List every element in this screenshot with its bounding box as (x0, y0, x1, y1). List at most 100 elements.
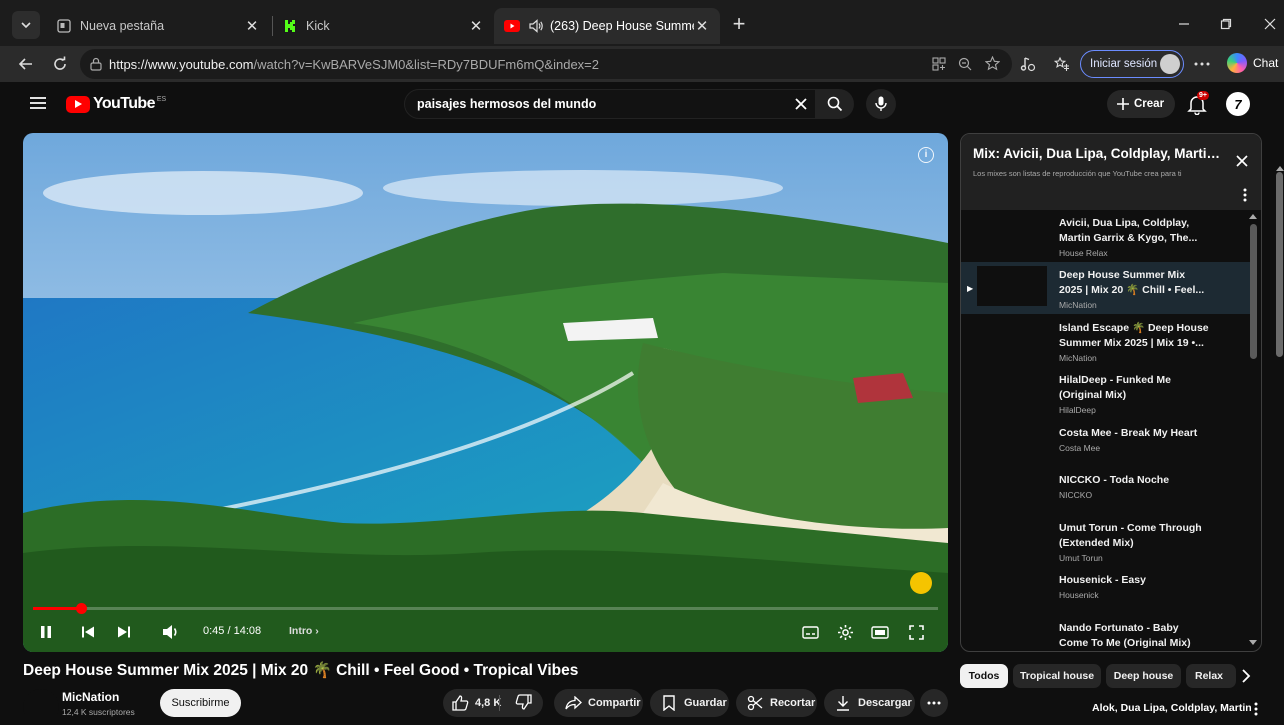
close-window-icon[interactable] (1260, 14, 1280, 34)
info-icon[interactable]: i (918, 147, 934, 163)
related-video-title[interactable]: Alok, Dua Lipa, Coldplay, Martin (1092, 702, 1252, 714)
playlist-item-channel: Umut Torun (1059, 553, 1103, 563)
playlist-item-thumbnail[interactable] (977, 266, 1047, 306)
search-box[interactable]: paisajes hermosos del mundo (404, 89, 816, 119)
read-aloud-icon[interactable] (1017, 53, 1039, 75)
favorite-star-icon[interactable] (985, 56, 1000, 71)
tab-kick[interactable]: Kick ✕ (272, 8, 494, 44)
reload-icon[interactable] (49, 53, 71, 75)
site-info-icon[interactable] (89, 57, 103, 71)
like-count: 4,8 K (475, 697, 502, 709)
playlist-item-thumbnail[interactable] (977, 571, 1047, 611)
playlist-item-thumbnail[interactable] (977, 319, 1047, 359)
favorites-collection-icon[interactable] (1051, 53, 1073, 75)
close-tab-icon[interactable]: ✕ (694, 18, 710, 35)
playlist-item-title: Housenick - Easy (1059, 574, 1146, 586)
new-tab-button[interactable]: + (728, 13, 750, 36)
subscribe-button[interactable]: Suscribirme (160, 689, 241, 717)
playlist-item-thumbnail[interactable] (977, 214, 1047, 254)
pause-button[interactable] (36, 622, 56, 642)
playlist-title[interactable]: Mix: Avicii, Dua Lipa, Coldplay, Martin … (973, 146, 1225, 161)
next-button[interactable] (114, 622, 134, 642)
close-tab-icon[interactable]: ✕ (244, 18, 260, 35)
playlist-item-thumbnail[interactable] (977, 619, 1047, 651)
tab-title: Nueva pestaña (80, 19, 165, 33)
hamburger-menu-icon[interactable] (30, 96, 46, 110)
progress-bar[interactable] (33, 603, 938, 614)
app-available-icon[interactable] (932, 57, 946, 71)
search-icon (827, 96, 843, 112)
page-scroll-up-arrow-icon[interactable] (1276, 166, 1284, 171)
chapter-button[interactable]: Intro › (289, 625, 319, 637)
previous-button[interactable] (78, 622, 98, 642)
save-button[interactable]: Guardar (650, 689, 729, 717)
page-scrollbar[interactable] (1276, 172, 1283, 357)
download-button[interactable]: Descargar (824, 689, 915, 717)
chip-deep-house[interactable]: Deep house (1106, 664, 1181, 688)
search-input[interactable]: paisajes hermosos del mundo (417, 97, 596, 111)
speaker-icon[interactable] (528, 18, 544, 34)
playlist-item[interactable]: HilalDeep - Funked Me (Original Mix) Hila… (961, 367, 1251, 419)
create-button[interactable]: Crear (1107, 90, 1175, 118)
url-text[interactable]: https://www.youtube.com/watch?v=KwBARVeS… (109, 57, 599, 72)
playlist-item[interactable]: NICCKO - Toda Noche NICCKO (961, 467, 1251, 519)
chip-relax[interactable]: Relax (1186, 664, 1236, 688)
channel-name[interactable]: MicNation (62, 690, 119, 704)
youtube-page: YouTube ES paisajes hermosos del mundo C… (10, 82, 1284, 725)
youtube-play-logo-icon (66, 95, 90, 113)
playlist-item-title: Avicii, Dua Lipa, Coldplay, Martin Garri… (1059, 217, 1198, 244)
tab-actions-button[interactable] (12, 11, 40, 39)
kebab-menu-icon[interactable] (1243, 188, 1247, 202)
chip-all[interactable]: Todos (960, 664, 1008, 688)
playlist-item[interactable]: Avicii, Dua Lipa, Coldplay, Martin Garri… (961, 210, 1251, 262)
close-tab-icon[interactable]: ✕ (468, 18, 484, 35)
playlist-item[interactable]: ▶ Deep House Summer Mix 2025 | Mix 20 🌴 C… (961, 262, 1251, 314)
close-icon[interactable] (1235, 154, 1249, 168)
scroll-up-arrow-icon[interactable] (1249, 214, 1257, 219)
back-arrow-icon[interactable] (15, 53, 37, 75)
clear-search-icon[interactable] (793, 96, 809, 112)
dislike-button[interactable] (515, 694, 532, 710)
volume-button[interactable] (161, 622, 181, 642)
playlist-item[interactable]: Housenick - Easy Housenick (961, 567, 1251, 619)
settings-button[interactable] (835, 622, 855, 642)
account-avatar[interactable]: 7 (1226, 92, 1250, 116)
kebab-menu-icon[interactable] (1254, 702, 1258, 716)
search-button[interactable] (816, 89, 854, 119)
sign-in-button[interactable]: Iniciar sesión (1080, 50, 1184, 78)
playlist-item-thumbnail[interactable] (977, 471, 1047, 511)
chip-tropical-house[interactable]: Tropical house (1013, 664, 1101, 688)
address-bar[interactable]: https://www.youtube.com/watch?v=KwBARVeS… (80, 49, 1012, 79)
restore-window-icon[interactable] (1216, 14, 1236, 34)
playlist-item[interactable]: Costa Mee - Break My Heart Costa Mee (961, 420, 1251, 472)
playlist-item-thumbnail[interactable] (977, 519, 1047, 559)
tab-youtube-active[interactable]: (263) Deep House Summer Mix 2025 ✕ (494, 8, 720, 44)
scroll-down-arrow-icon[interactable] (1249, 640, 1257, 645)
subtitles-button[interactable] (800, 622, 820, 642)
fullscreen-button[interactable] (906, 622, 926, 642)
youtube-logo[interactable]: YouTube ES (66, 95, 166, 113)
more-options-icon[interactable] (1191, 53, 1213, 75)
playlist-scrollbar[interactable] (1250, 224, 1257, 359)
clip-button[interactable]: Recortar (736, 689, 817, 717)
pause-icon (41, 626, 51, 638)
url-host: https://www.youtube.com (109, 57, 254, 72)
copilot-chat-button[interactable]: Chat (1227, 53, 1278, 73)
minimize-window-icon[interactable] (1174, 14, 1194, 34)
more-actions-button[interactable] (920, 689, 948, 717)
playlist-item[interactable]: Island Escape 🌴 Deep House Summer Mix 20… (961, 315, 1251, 367)
voice-search-button[interactable] (866, 89, 896, 119)
share-button[interactable]: Compartir (554, 689, 643, 717)
playlist-item[interactable]: Nando Fortunato - Baby Come To Me (Origi… (961, 615, 1251, 651)
playlist-item[interactable]: Umut Torun - Come Through (Extended Mix)… (961, 515, 1251, 567)
tab-new-tab[interactable]: Nueva pestaña ✕ (46, 8, 270, 44)
fullscreen-icon (908, 624, 924, 640)
video-player[interactable]: i 0:45 / 14:08 Intro › (23, 133, 948, 652)
like-button[interactable] (451, 694, 469, 712)
youtube-favicon (504, 18, 520, 34)
playlist-item-thumbnail[interactable] (977, 424, 1047, 464)
theater-mode-button[interactable] (870, 622, 890, 642)
zoom-icon[interactable] (958, 57, 972, 71)
chevron-right-icon[interactable] (1237, 667, 1255, 685)
playlist-item-thumbnail[interactable] (977, 371, 1047, 411)
